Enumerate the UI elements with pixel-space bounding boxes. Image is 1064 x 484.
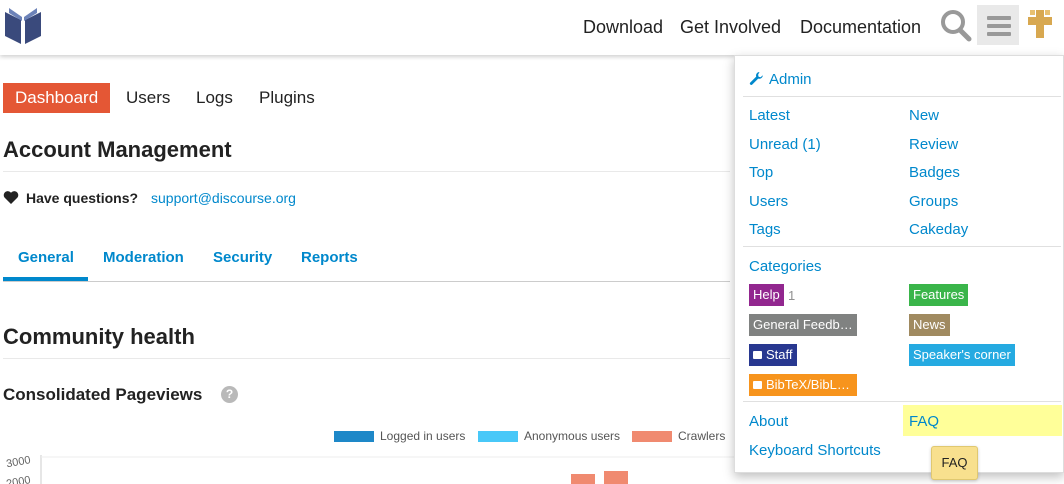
category-badge-news[interactable]: News <box>909 314 950 336</box>
menu-separator <box>743 246 1061 247</box>
heart-icon <box>3 191 19 204</box>
nav-get-involved[interactable]: Get Involved <box>680 17 781 38</box>
wrench-icon <box>749 72 763 85</box>
menu-admin[interactable]: Admin <box>769 71 812 88</box>
subtab-moderation[interactable]: Moderation <box>103 249 184 266</box>
crawlers-bar[interactable] <box>604 471 628 484</box>
faq-tooltip: FAQ <box>931 446 978 480</box>
legend-swatch-crawlers[interactable] <box>632 431 672 442</box>
hamburger-menu-panel: Admin Latest Unread (1) Top Users Tags N… <box>734 55 1064 473</box>
nav-download[interactable]: Download <box>583 17 663 38</box>
category-label: Help <box>753 287 780 302</box>
admin-tab-dashboard[interactable]: Dashboard <box>3 83 111 113</box>
menu-cakeday[interactable]: Cakeday <box>909 221 968 238</box>
legend-swatch-anonymous[interactable] <box>478 431 518 442</box>
section-title: Community health <box>3 324 195 349</box>
site-header: Download Get Involved Documentation <box>0 0 1064 55</box>
title-divider <box>3 171 730 172</box>
category-label: General Feedb… <box>753 317 853 332</box>
category-label: BibTeX/BibL… <box>766 377 850 392</box>
menu-unread[interactable]: Unread (1) <box>749 136 821 153</box>
search-icon[interactable] <box>938 6 974 44</box>
category-count-help: 1 <box>788 288 796 303</box>
menu-separator <box>743 401 1061 402</box>
user-avatar[interactable] <box>1024 8 1056 40</box>
page-title: Account Management <box>3 137 232 162</box>
hamburger-menu-button[interactable] <box>977 5 1019 45</box>
category-label: Speaker's corner <box>913 347 1011 362</box>
help-icon[interactable]: ? <box>221 386 238 403</box>
section-divider <box>3 358 730 359</box>
menu-latest[interactable]: Latest <box>749 107 790 124</box>
hamburger-icon <box>987 16 1011 20</box>
legend-label-logged-in[interactable]: Logged in users <box>380 429 465 443</box>
questions-label: Have questions? <box>26 190 139 206</box>
admin-tab-users[interactable]: Users <box>114 83 182 113</box>
menu-keyboard-shortcuts[interactable]: Keyboard Shortcuts <box>749 442 881 459</box>
crawlers-bar[interactable] <box>571 474 595 484</box>
category-badge-staff[interactable]: Staff <box>749 344 797 366</box>
category-badge-speakers-corner[interactable]: Speaker's corner <box>909 344 1015 366</box>
legend-label-anonymous[interactable]: Anonymous users <box>524 429 620 443</box>
category-badge-general-feedback[interactable]: General Feedb… <box>749 314 857 336</box>
pageviews-chart: 3000 2000 <box>5 454 734 484</box>
menu-categories[interactable]: Categories <box>749 258 822 275</box>
admin-tab-plugins[interactable]: Plugins <box>247 83 327 113</box>
discourse-book-logo[interactable] <box>3 6 43 46</box>
subtab-security[interactable]: Security <box>213 249 272 266</box>
y-tick-label: 3000 <box>5 454 31 470</box>
menu-top[interactable]: Top <box>749 164 773 181</box>
category-label: Features <box>913 287 965 302</box>
menu-separator <box>743 96 1061 97</box>
menu-users[interactable]: Users <box>749 193 788 210</box>
support-email-link[interactable]: support@discourse.org <box>151 190 296 206</box>
category-label: Staff <box>766 347 793 362</box>
menu-review[interactable]: Review <box>909 136 958 153</box>
nav-documentation[interactable]: Documentation <box>800 17 921 38</box>
menu-badges[interactable]: Badges <box>909 164 960 181</box>
legend-swatch-logged-in[interactable] <box>334 431 374 442</box>
lock-icon <box>753 351 762 359</box>
admin-tab-logs[interactable]: Logs <box>184 83 245 113</box>
category-badge-help[interactable]: Help <box>749 284 784 306</box>
menu-tags[interactable]: Tags <box>749 221 781 238</box>
legend-label-crawlers[interactable]: Crawlers <box>678 429 725 443</box>
lock-icon <box>753 381 762 389</box>
subtab-general[interactable]: General <box>18 249 74 266</box>
subtab-reports[interactable]: Reports <box>301 249 358 266</box>
menu-about[interactable]: About <box>749 413 788 430</box>
menu-faq[interactable]: FAQ <box>909 413 939 430</box>
category-badge-bibtex[interactable]: BibTeX/BibL… <box>749 374 857 396</box>
report-title[interactable]: Consolidated Pageviews <box>3 385 202 405</box>
y-tick-label: 2000 <box>5 474 31 484</box>
menu-new[interactable]: New <box>909 107 939 124</box>
subtab-divider <box>3 281 730 282</box>
category-label: News <box>913 317 946 332</box>
category-badge-features[interactable]: Features <box>909 284 969 306</box>
menu-groups[interactable]: Groups <box>909 193 958 210</box>
